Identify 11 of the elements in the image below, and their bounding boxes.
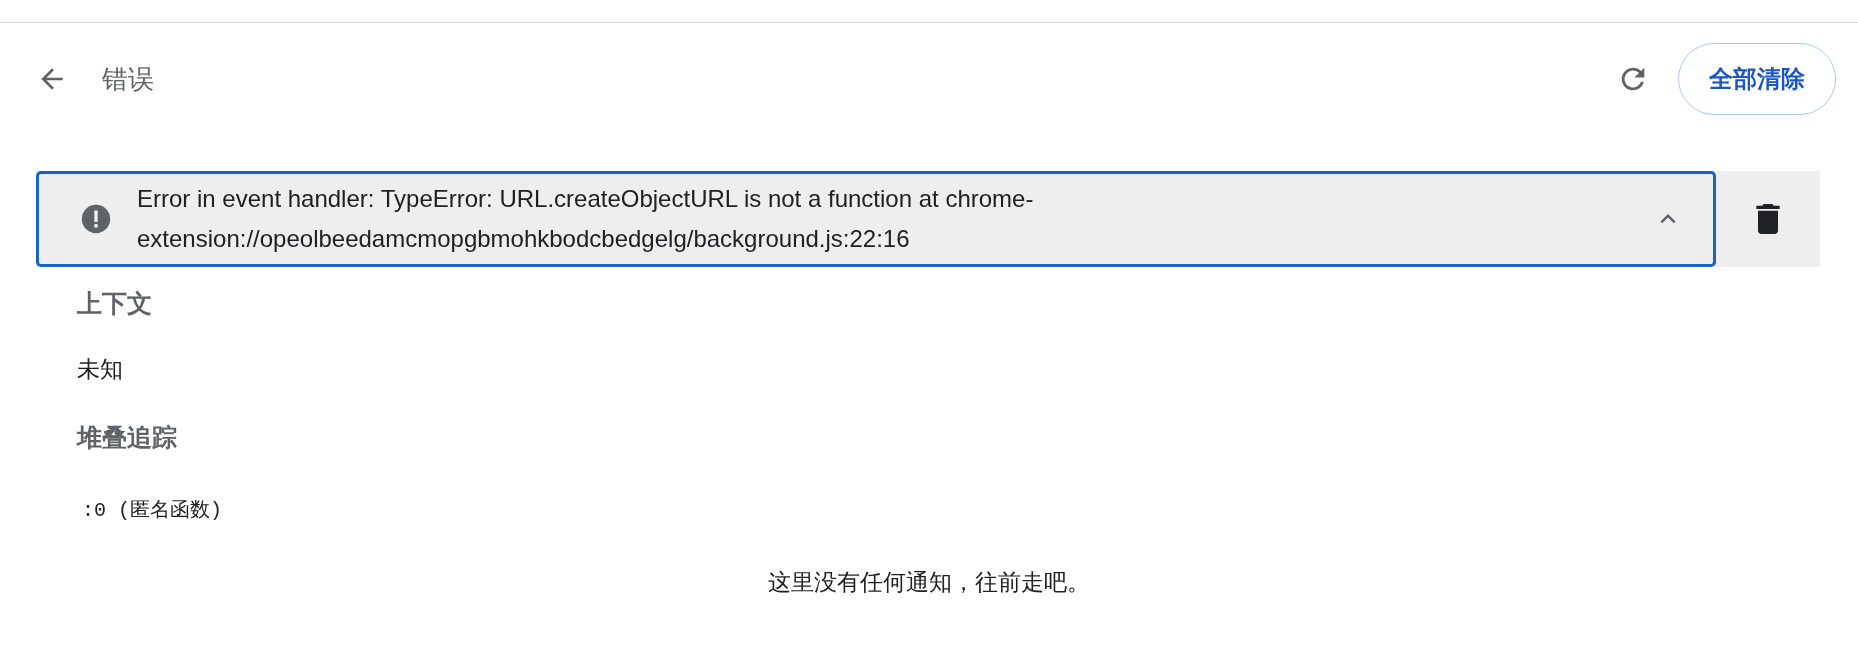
section-heading: 堆叠追踪 [77,422,178,453]
page-title: 错误 [102,62,155,96]
error-entry[interactable]: Error in event handler: TypeError: URL.createObjectURL is not a function at chrome-extension://opeolbeedamcmopgbmohkbodcbedgelg/background.js:22:16 [36,171,1716,267]
empty-message: 这里没有任何通知，往前走吧。 [768,569,1090,595]
clear-all-button[interactable]: 全部清除 [1678,43,1836,115]
error-message: Error in event handler: TypeError: URL.createObjectURL is not a function at chrome-extension://opeolbeedamcmopgbmohkbodcbedgelg/background.js:22:16 [137,184,1035,254]
error-icon [79,202,113,236]
context-value: 未知 [77,355,124,384]
section-heading: 上下文 [77,288,153,319]
delete-icon[interactable] [1755,204,1781,234]
stack-frame[interactable]: :0 (匿名函数) [82,496,1858,523]
